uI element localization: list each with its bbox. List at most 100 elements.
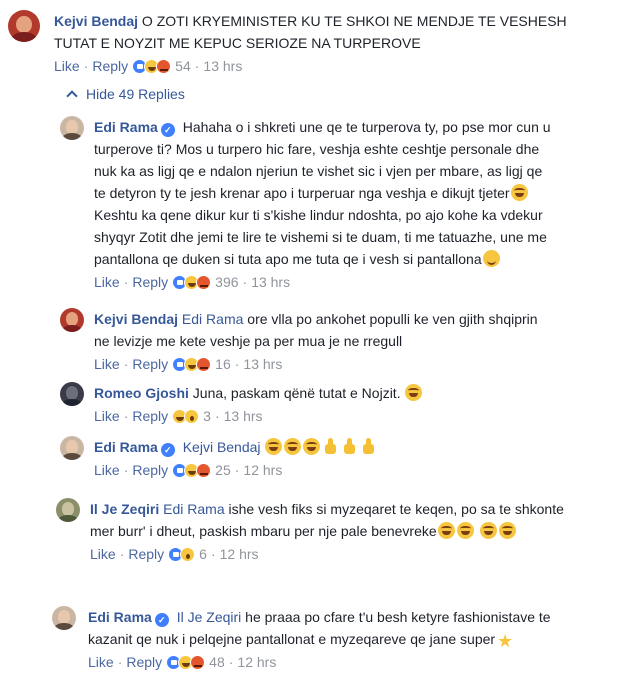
reply-button[interactable]: Reply	[132, 272, 168, 292]
timestamp[interactable]: 12 hrs	[220, 544, 259, 564]
chevron-up-icon	[66, 90, 78, 102]
comment-author[interactable]: Romeo Gjoshi	[94, 385, 189, 401]
timestamp[interactable]: 12 hrs	[243, 460, 282, 480]
reply-button[interactable]: Reply	[132, 354, 168, 374]
wow-icon	[180, 546, 196, 562]
reactions-summary[interactable]: 3	[172, 406, 211, 426]
comment-author[interactable]: Edi Rama	[94, 439, 158, 455]
mention-link[interactable]: Kejvi Bendaj	[183, 439, 261, 455]
separator: ·	[234, 462, 240, 478]
hide-replies-toggle[interactable]: Hide 49 Replies	[66, 84, 185, 104]
reactions-summary[interactable]: 54	[132, 56, 191, 76]
separator: ·	[194, 58, 200, 74]
thumbs-up-emoji-icon	[360, 438, 377, 455]
comment-body: Kejvi Bendaj Edi Rama ore vlla po ankohe…	[94, 308, 554, 352]
like-button[interactable]: Like	[94, 354, 120, 374]
reaction-count: 6	[199, 546, 207, 562]
separator: ·	[83, 58, 89, 74]
verified-badge-icon: ✓	[154, 613, 169, 627]
reply-button[interactable]: Reply	[132, 406, 168, 426]
thumbs-up-emoji-icon	[322, 438, 339, 455]
angry-icon	[196, 274, 212, 290]
laughing-emoji-icon	[405, 384, 423, 401]
like-button[interactable]: Like	[54, 56, 80, 76]
separator: ·	[123, 462, 129, 478]
like-button[interactable]: Like	[94, 406, 120, 426]
avatar-body	[11, 32, 37, 42]
comment-author[interactable]: Kejvi Bendaj	[94, 311, 178, 327]
laughing-emoji-icon	[265, 438, 283, 455]
avatar[interactable]	[60, 308, 84, 332]
timestamp[interactable]: 13 hrs	[251, 272, 290, 292]
reply-button[interactable]: Reply	[126, 652, 162, 672]
reactions-summary[interactable]: 48	[166, 652, 225, 672]
comment-body: Il Je Zeqiri Edi Rama ishe vesh fiks si …	[90, 498, 590, 542]
separator: ·	[228, 654, 234, 670]
wow-icon	[184, 408, 200, 424]
comment-body: Edi Rama ✓ Il Je Zeqiri he praaa po cfare…	[88, 606, 588, 650]
comment-body: Edi Rama ✓ Hahaha o i shkreti une qe te t…	[94, 116, 554, 270]
comment-author[interactable]: Il Je Zeqiri	[90, 501, 159, 517]
avatar-face	[66, 120, 78, 134]
avatar-body	[62, 452, 82, 460]
laughing-emoji-icon	[479, 522, 497, 539]
comment-body: Edi Rama ✓ Kejvi Bendaj	[94, 436, 554, 458]
reply-button[interactable]: Reply	[92, 56, 128, 76]
comment-content: Edi Rama ✓ Il Je Zeqiri he praaa po cfare…	[88, 606, 588, 672]
thumbs-up-emoji-icon	[341, 438, 358, 455]
avatar[interactable]	[56, 498, 80, 522]
like-button[interactable]: Like	[88, 652, 114, 672]
smiling-emoji-icon	[482, 250, 500, 267]
comment-author[interactable]: Kejvi Bendaj	[54, 13, 138, 29]
reply-button[interactable]: Reply	[132, 460, 168, 480]
like-button[interactable]: Like	[94, 460, 120, 480]
separator: ·	[117, 654, 123, 670]
verified-badge-icon: ✓	[160, 123, 175, 137]
comment-actions: Like · Reply 16 · 13 hrs	[94, 354, 554, 374]
mention-link[interactable]: Il Je Zeqiri	[177, 609, 242, 625]
avatar[interactable]	[60, 116, 84, 140]
comment-actions: Like · Reply 48 · 12 hrs	[88, 652, 588, 672]
timestamp[interactable]: 13 hrs	[224, 406, 263, 426]
timestamp[interactable]: 12 hrs	[237, 652, 276, 672]
timestamp[interactable]: 13 hrs	[203, 56, 242, 76]
mention-link[interactable]: Edi Rama	[163, 501, 224, 517]
laughing-emoji-icon	[303, 438, 321, 455]
comment-content: Il Je Zeqiri Edi Rama ishe vesh fiks si …	[90, 498, 590, 564]
reactions-summary[interactable]: 396	[172, 272, 239, 292]
avatar-body	[62, 398, 82, 406]
like-button[interactable]: Like	[90, 544, 116, 564]
reaction-count: 16	[215, 356, 231, 372]
avatar[interactable]	[52, 606, 76, 630]
avatar[interactable]	[60, 436, 84, 460]
reactions-summary[interactable]: 16	[172, 354, 231, 374]
reply-button[interactable]: Reply	[128, 544, 164, 564]
comment-content: Romeo Gjoshi Juna, paskam qënë tutat e N…	[94, 382, 554, 426]
comment-author[interactable]: Edi Rama	[94, 119, 158, 135]
comment-actions: Like · Reply 3 · 13 hrs	[94, 406, 554, 426]
laughing-emoji-icon	[510, 184, 528, 201]
avatar-face	[66, 440, 78, 454]
angry-icon	[196, 356, 212, 372]
avatar-body	[62, 324, 82, 332]
mention-link[interactable]: Edi Rama	[182, 311, 243, 327]
separator: ·	[123, 356, 129, 372]
comment-author[interactable]: Edi Rama	[88, 609, 152, 625]
like-button[interactable]: Like	[94, 272, 120, 292]
avatar-body	[58, 514, 78, 522]
avatar[interactable]	[8, 10, 40, 42]
avatar[interactable]	[60, 382, 84, 406]
separator: ·	[242, 274, 248, 290]
top-comment: Kejvi Bendaj O ZOTI KRYEMINISTER KU TE S…	[8, 10, 608, 76]
reaction-count: 3	[203, 408, 211, 424]
avatar-face	[62, 502, 74, 516]
separator: ·	[234, 356, 240, 372]
reply-comment: Kejvi Bendaj Edi Rama ore vlla po ankohe…	[60, 308, 610, 374]
comment-content: Edi Rama ✓ Hahaha o i shkreti une qe te t…	[94, 116, 554, 292]
separator: ·	[123, 408, 129, 424]
comment-actions: Like · Reply 25 · 12 hrs	[94, 460, 554, 480]
avatar-face	[66, 312, 78, 326]
timestamp[interactable]: 13 hrs	[243, 354, 282, 374]
reactions-summary[interactable]: 25	[172, 460, 231, 480]
reactions-summary[interactable]: 6	[168, 544, 207, 564]
